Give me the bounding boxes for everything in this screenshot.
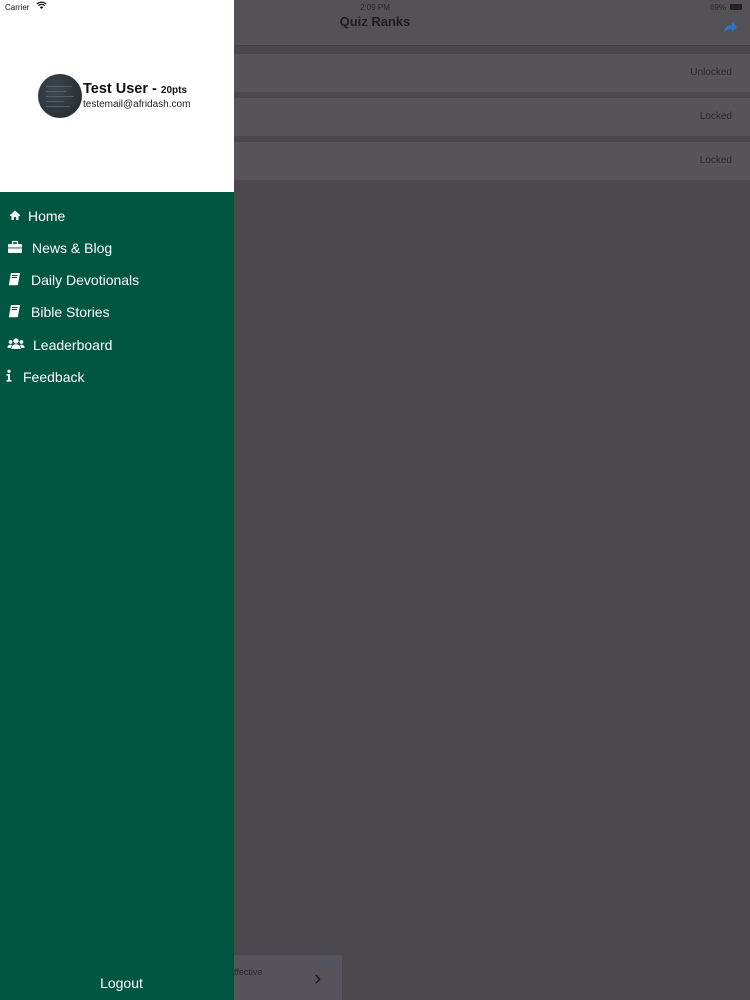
rank-status: Locked xyxy=(699,155,732,166)
share-icon[interactable] xyxy=(722,20,738,36)
chevron-right-icon[interactable]: › xyxy=(314,965,321,991)
rank-row[interactable]: Unlocked xyxy=(234,54,750,92)
wifi-icon xyxy=(36,1,47,9)
user-name: Test User - 20pts xyxy=(83,81,187,97)
menu-item-news-blog[interactable]: News & Blog xyxy=(0,233,234,263)
book-icon xyxy=(8,305,20,318)
menu-item-label: Feedback xyxy=(23,369,85,385)
rank-row[interactable]: Locked xyxy=(234,142,750,180)
user-name-text: Test User - xyxy=(83,81,157,97)
ad-choices-icon[interactable]: ⓘ x xyxy=(320,956,334,967)
menu-item-feedback[interactable]: Feedback xyxy=(0,362,234,392)
rank-status: Unlocked xyxy=(690,67,732,78)
info-icon xyxy=(6,369,12,382)
logout-button[interactable]: Logout xyxy=(0,975,243,991)
battery-percentage: 69% xyxy=(709,3,726,12)
menu-item-label: Bible Stories xyxy=(31,304,110,320)
rank-row[interactable]: Locked xyxy=(234,98,750,136)
drawer-header: Test User - 20pts testemail@afridash.com xyxy=(0,0,234,192)
home-icon xyxy=(10,210,20,220)
rank-status: Locked xyxy=(699,111,732,122)
ad-banner[interactable]: ffective ⓘ x › xyxy=(234,955,342,1000)
menu-item-daily-devotionals[interactable]: Daily Devotionals xyxy=(0,265,234,295)
carrier-label: Carrier xyxy=(5,3,30,12)
menu-item-home[interactable]: Home xyxy=(0,201,234,231)
user-points: 20pts xyxy=(160,85,188,96)
side-drawer: Test User - 20pts testemail@afridash.com… xyxy=(0,0,234,1000)
menu-item-label: News & Blog xyxy=(32,240,113,256)
menu-item-label: Leaderboard xyxy=(33,337,113,353)
briefcase-icon xyxy=(8,240,22,253)
users-icon xyxy=(7,338,25,349)
book-icon xyxy=(8,273,20,286)
user-email: testemail@afridash.com xyxy=(83,99,191,110)
menu-item-leaderboard[interactable]: Leaderboard xyxy=(0,330,234,360)
avatar[interactable] xyxy=(38,74,82,118)
menu-item-label: Daily Devotionals xyxy=(31,272,140,288)
menu-item-label: Home xyxy=(28,208,66,224)
battery-icon xyxy=(730,4,742,10)
menu-item-bible-stories[interactable]: Bible Stories xyxy=(0,297,234,327)
